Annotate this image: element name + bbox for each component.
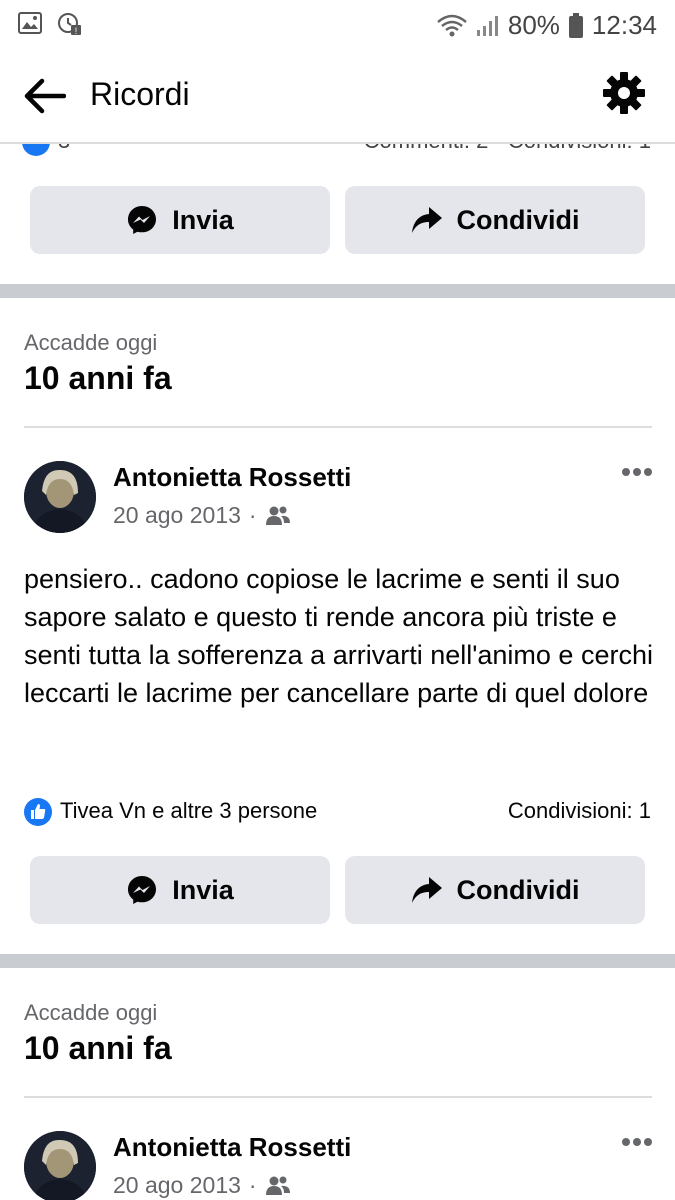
clock: 12:34 bbox=[591, 10, 657, 40]
svg-text:!: ! bbox=[75, 26, 78, 36]
memory-subtitle: Accadde oggi bbox=[24, 1000, 158, 1025]
share-arrow-icon bbox=[411, 207, 442, 233]
avatar-image bbox=[24, 1131, 96, 1200]
section-divider bbox=[0, 284, 675, 298]
shares-count[interactable]: Condivisioni: 1 bbox=[508, 798, 651, 824]
image-icon bbox=[18, 12, 42, 34]
arrow-left-icon[interactable] bbox=[22, 76, 66, 116]
send-label: Invia bbox=[172, 204, 234, 235]
post-date[interactable]: 20 ago 2013 bbox=[113, 502, 241, 529]
alarm-icon: ! bbox=[58, 13, 81, 36]
like-icon bbox=[22, 142, 50, 156]
post-date[interactable]: 20 ago 2013 bbox=[113, 1172, 241, 1199]
reactions-row: 3 Commenti: 2 · Condivisioni: 1 bbox=[22, 142, 651, 158]
author-name[interactable]: Antonietta Rossetti bbox=[113, 462, 351, 493]
section-divider bbox=[0, 954, 675, 968]
share-label: Condividi bbox=[456, 204, 580, 235]
share-button[interactable]: Condividi bbox=[345, 856, 645, 924]
signal-icon bbox=[476, 15, 498, 36]
more-options-icon[interactable] bbox=[621, 1137, 653, 1147]
friends-icon bbox=[265, 506, 290, 525]
author-name[interactable]: Antonietta Rossetti bbox=[113, 1132, 351, 1163]
wifi-icon bbox=[437, 14, 467, 36]
divider bbox=[24, 1096, 652, 1098]
share-arrow-icon bbox=[411, 877, 442, 903]
send-button[interactable]: Invia bbox=[30, 186, 330, 254]
divider bbox=[24, 426, 652, 428]
more-options-icon[interactable] bbox=[621, 467, 653, 477]
memory-title: 10 anni fa bbox=[24, 1030, 172, 1066]
memories-feed: 3 Commenti: 2 · Condivisioni: 1 Invia Co… bbox=[0, 142, 675, 1200]
memory-title: 10 anni fa bbox=[24, 360, 172, 396]
post-text: pensiero.. cadono copiose le lacrime e s… bbox=[24, 564, 653, 708]
meta-separator: · bbox=[248, 502, 257, 528]
battery-icon bbox=[568, 12, 583, 38]
app-bar: Ricordi bbox=[0, 48, 675, 144]
reactions-summary[interactable]: Tivea Vn e altre 3 persone bbox=[60, 798, 317, 824]
reactions-row: Tivea Vn e altre 3 persone Condivisioni:… bbox=[24, 798, 651, 828]
battery-level: 80% bbox=[507, 10, 560, 40]
memory-subtitle: Accadde oggi bbox=[24, 330, 158, 355]
share-button[interactable]: Condividi bbox=[345, 186, 645, 254]
send-label: Invia bbox=[172, 874, 234, 905]
messenger-icon bbox=[128, 876, 157, 904]
status-bar: ! 80% 12:34 bbox=[0, 0, 675, 48]
gear-icon[interactable] bbox=[601, 70, 647, 116]
avatar-image bbox=[24, 461, 96, 533]
avatar[interactable] bbox=[24, 1131, 96, 1200]
post-meta: 20 ago 2013 · bbox=[113, 1172, 291, 1199]
page-title: Ricordi bbox=[90, 76, 190, 112]
like-icon bbox=[24, 798, 52, 826]
friends-icon bbox=[265, 1176, 290, 1195]
messenger-icon bbox=[128, 206, 157, 234]
post-meta: 20 ago 2013 · bbox=[113, 502, 291, 529]
avatar[interactable] bbox=[24, 461, 96, 533]
send-button[interactable]: Invia bbox=[30, 856, 330, 924]
share-label: Condividi bbox=[456, 874, 580, 905]
meta-separator: · bbox=[248, 1172, 257, 1198]
